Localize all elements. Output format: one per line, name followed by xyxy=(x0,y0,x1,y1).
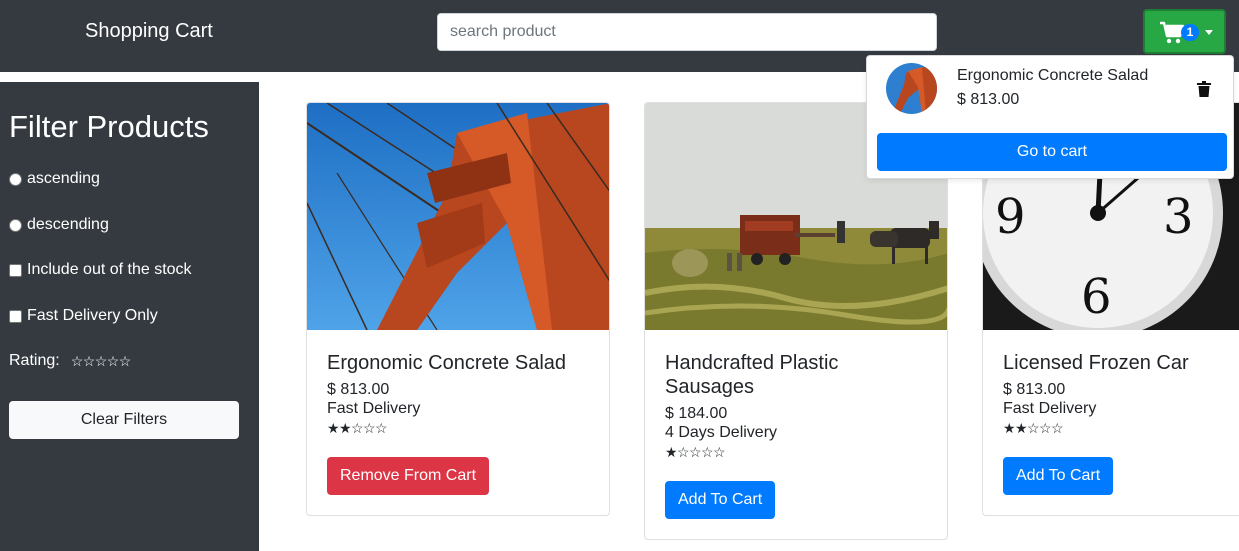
star-empty-icon[interactable]: ☆ xyxy=(83,354,96,368)
product-delivery: Fast Delivery xyxy=(1003,400,1097,417)
star-empty-icon: ☆ xyxy=(713,444,726,460)
include-out-of-stock-option[interactable]: Include out of the stock xyxy=(9,261,192,279)
star-empty-icon[interactable]: ☆ xyxy=(107,354,120,368)
trash-icon[interactable] xyxy=(1197,81,1211,97)
star-empty-icon: ☆ xyxy=(677,444,690,460)
add-to-cart-button[interactable]: Add To Cart xyxy=(665,481,776,519)
star-filled-icon: ★ xyxy=(339,420,352,436)
sort-ascending-option[interactable]: ascending xyxy=(9,170,100,188)
product-card: Ergonomic Concrete Salad $ 813.00 Fast D… xyxy=(306,102,610,516)
product-name: Ergonomic Concrete Salad xyxy=(327,352,567,374)
cart-item-name: Ergonomic Concrete Salad xyxy=(957,67,1149,84)
product-rating: ★ ★ ☆ ☆ ☆ xyxy=(327,420,388,436)
star-filled-icon: ★ xyxy=(1015,420,1028,436)
star-filled-icon: ★ xyxy=(665,444,678,460)
fast-delivery-label: Fast Delivery Only xyxy=(27,307,158,324)
star-empty-icon: ☆ xyxy=(701,444,714,460)
remove-from-cart-button[interactable]: Remove From Cart xyxy=(327,457,490,495)
star-empty-icon: ☆ xyxy=(1051,420,1064,436)
product-image xyxy=(307,103,609,330)
cart-dropdown-menu: Ergonomic Concrete Salad $ 813.00 Go to … xyxy=(866,55,1234,179)
go-to-cart-button[interactable]: Go to cart xyxy=(877,133,1227,171)
ascending-radio[interactable] xyxy=(9,172,22,186)
product-price: $ 813.00 xyxy=(1003,381,1066,398)
svg-text:6: 6 xyxy=(1081,269,1112,325)
star-empty-icon: ☆ xyxy=(375,420,388,436)
sort-descending-option[interactable]: descending xyxy=(9,216,109,234)
product-rating: ★ ★ ☆ ☆ ☆ xyxy=(1003,420,1064,436)
star-empty-icon: ☆ xyxy=(351,420,364,436)
clear-filters-button[interactable]: Clear Filters xyxy=(9,401,239,439)
product-delivery: Fast Delivery xyxy=(327,400,421,417)
star-filled-icon: ★ xyxy=(1003,420,1016,436)
filter-sidebar: Filter Products ascending descending Inc… xyxy=(0,82,259,551)
ascending-label: ascending xyxy=(27,170,100,187)
rating-stars[interactable]: ☆ ☆ ☆ ☆ ☆ xyxy=(71,354,132,368)
star-empty-icon: ☆ xyxy=(689,444,702,460)
product-price: $ 813.00 xyxy=(327,381,390,398)
star-empty-icon[interactable]: ☆ xyxy=(119,354,132,368)
star-empty-icon: ☆ xyxy=(363,420,376,436)
product-delivery: 4 Days Delivery xyxy=(665,424,778,441)
product-rating: ★ ☆ ☆ ☆ ☆ xyxy=(665,444,726,460)
fast-delivery-checkbox[interactable] xyxy=(9,309,22,323)
cart-dropdown-button[interactable]: 1 xyxy=(1143,9,1226,54)
descending-radio[interactable] xyxy=(9,218,22,232)
product-name: Handcrafted Plastic Sausages xyxy=(665,352,839,398)
star-empty-icon: ☆ xyxy=(1027,420,1040,436)
star-empty-icon: ☆ xyxy=(1039,420,1052,436)
cart-item-price: $ 813.00 xyxy=(957,91,1020,108)
include-out-of-stock-label: Include out of the stock xyxy=(27,261,192,278)
search-input[interactable] xyxy=(437,13,937,51)
svg-text:9: 9 xyxy=(995,189,1026,245)
product-name: Licensed Frozen Car xyxy=(1003,352,1189,374)
fast-delivery-option[interactable]: Fast Delivery Only xyxy=(9,307,158,325)
star-filled-icon: ★ xyxy=(327,420,340,436)
rating-filter: Rating: ☆ ☆ ☆ ☆ ☆ xyxy=(9,352,131,370)
brand-title[interactable]: Shopping Cart xyxy=(85,20,213,43)
add-to-cart-button[interactable]: Add To Cart xyxy=(1003,457,1114,495)
star-empty-icon[interactable]: ☆ xyxy=(71,354,84,368)
descending-label: descending xyxy=(27,216,109,233)
filter-title: Filter Products xyxy=(9,109,209,144)
rating-label: Rating: xyxy=(9,352,60,369)
star-empty-icon[interactable]: ☆ xyxy=(95,354,108,368)
include-out-of-stock-checkbox[interactable] xyxy=(9,263,22,277)
chevron-down-icon xyxy=(1205,30,1213,35)
product-price: $ 184.00 xyxy=(665,405,728,422)
cart-item-image xyxy=(886,63,937,114)
svg-text:3: 3 xyxy=(1163,189,1194,245)
cart-count-badge: 1 xyxy=(1181,24,1199,41)
